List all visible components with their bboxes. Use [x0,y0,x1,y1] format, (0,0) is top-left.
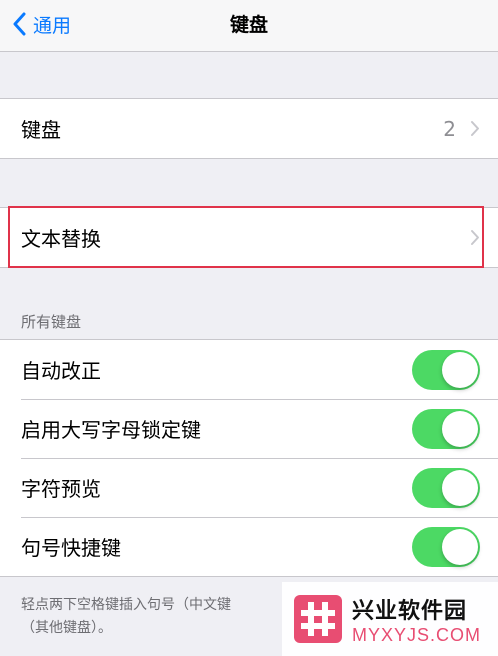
caps-lock-toggle[interactable] [412,408,480,449]
chevron-right-icon [471,230,479,245]
watermark-title: 兴业软件园 [352,598,468,624]
toggle-knob [442,469,478,506]
text-replacement-label: 文本替换 [21,227,101,251]
watermark: 兴业软件园 MYXYJS.COM [282,582,498,656]
keyboards-row[interactable]: 键盘 2 [0,99,498,158]
toggle-label: 句号快捷键 [21,536,121,560]
period-shortcut-row: 句号快捷键 [0,517,498,576]
keyboards-count: 2 [443,116,456,141]
hash-logo-icon [294,595,342,643]
toggle-label: 启用大写字母锁定键 [21,418,201,442]
keyboards-group: 键盘 2 [0,98,498,159]
chevron-right-icon [471,121,479,136]
auto-correct-toggle[interactable] [412,349,480,390]
toggle-label: 自动改正 [21,359,101,383]
period-shortcut-toggle[interactable] [412,526,480,567]
toggle-knob [442,528,478,565]
toggle-label: 字符预览 [21,477,101,501]
keyboards-label: 键盘 [21,118,61,142]
toggle-knob [442,351,478,388]
watermark-subtitle: MYXYJS.COM [352,624,482,645]
character-preview-row: 字符预览 [0,458,498,517]
page-title: 键盘 [229,14,268,36]
text-replacement-row[interactable]: 文本替换 [0,208,498,267]
toggle-knob [442,410,478,447]
caps-lock-row: 启用大写字母锁定键 [0,399,498,458]
all-keyboards-group: 自动改正 启用大写字母锁定键 字符预览 句号快捷键 [0,339,498,577]
auto-correct-row: 自动改正 [0,340,498,399]
text-replacement-group: 文本替换 [0,207,498,268]
section-header-all-keyboards: 所有键盘 [21,313,82,331]
character-preview-toggle[interactable] [412,467,480,508]
navigation-bar: 通用 键盘 [0,0,498,52]
